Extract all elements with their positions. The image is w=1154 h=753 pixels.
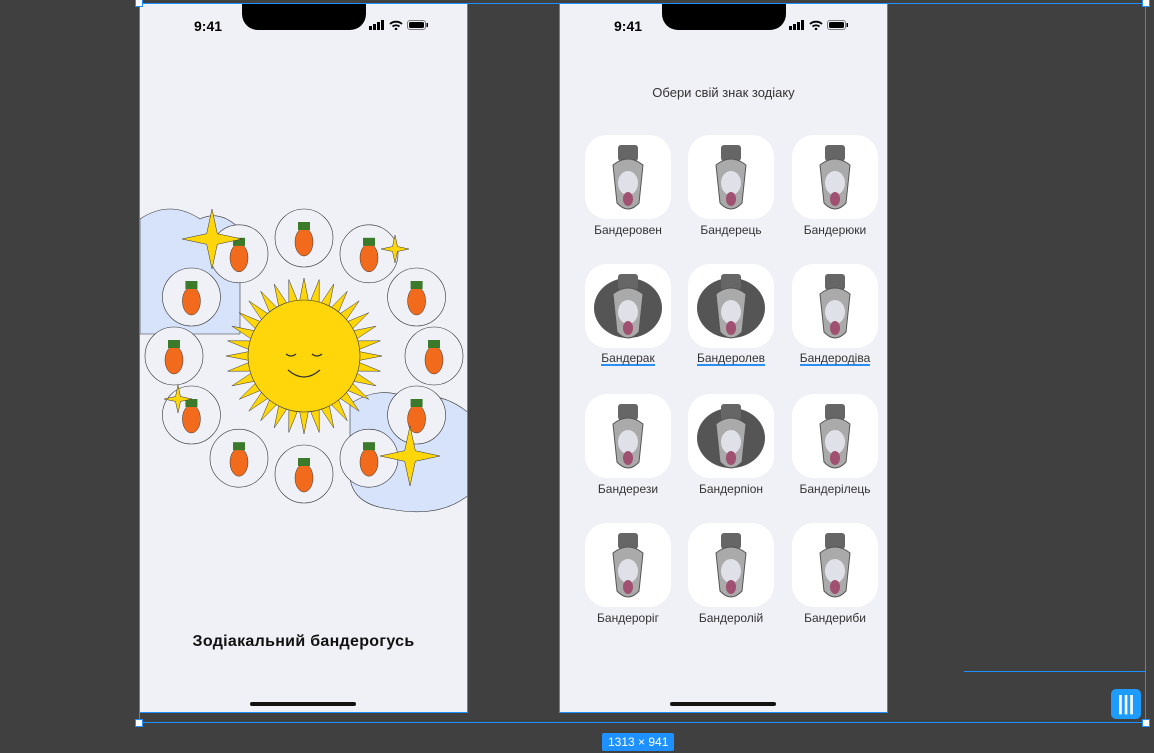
sign-label: Бандерець	[700, 223, 762, 237]
zodiac-sign-7[interactable]: Бандерпіон	[681, 394, 781, 498]
bars-icon: |||	[1117, 693, 1135, 715]
zodiac-sign-10[interactable]: Бандеролій	[681, 523, 781, 627]
hat-icon	[363, 442, 375, 451]
signal-icon	[789, 20, 804, 30]
sign-label: Бандероріг	[597, 611, 659, 625]
sign-label: Бандериби	[804, 611, 866, 625]
sign-label: Бандеролев	[697, 351, 765, 366]
resize-handle[interactable]	[135, 0, 143, 7]
page-subtitle: Обери свій знак зодіаку	[652, 85, 795, 100]
goose-icon	[164, 345, 184, 375]
zodiac-wheel-illustration	[140, 208, 467, 513]
sun	[247, 299, 361, 413]
zodiac-sign-11[interactable]: Бандериби	[785, 523, 885, 627]
twins-goose-icon[interactable]	[792, 135, 878, 219]
virgo-goose-icon[interactable]	[792, 264, 878, 348]
sign-label: Бандеродіва	[799, 351, 871, 366]
goose-icon	[294, 463, 314, 493]
sign-label: Бандерпіон	[699, 482, 763, 496]
home-indicator	[250, 702, 356, 706]
crab-goose-icon[interactable]	[585, 264, 671, 348]
app-title: Зодіакальний бандерогусь	[192, 633, 415, 650]
ram-goose-icon[interactable]	[585, 135, 671, 219]
plugin-button[interactable]: |||	[1111, 689, 1141, 719]
bull-goose-icon[interactable]	[688, 135, 774, 219]
resize-handle[interactable]	[135, 719, 143, 727]
aquarius-goose-icon[interactable]	[688, 523, 774, 607]
goose-icon	[229, 447, 249, 477]
phone-frame-zodiac-select[interactable]: 9:41 Обери свій знак зодіаку Бандеровен …	[559, 3, 888, 713]
resize-handle[interactable]	[1142, 719, 1150, 727]
hat-icon	[233, 442, 245, 451]
scorpion-goose-icon[interactable]	[688, 394, 774, 478]
hat-icon	[410, 399, 423, 407]
goose-icon	[424, 345, 444, 375]
hat-icon	[410, 281, 423, 289]
dimensions-label: 1313 × 941	[602, 733, 675, 751]
archer-goose-icon[interactable]	[792, 394, 878, 478]
goose-icon	[294, 227, 314, 257]
home-indicator	[670, 702, 776, 706]
wifi-icon	[809, 20, 823, 30]
status-time: 9:41	[614, 18, 643, 34]
status-icons	[789, 20, 849, 30]
goose-icon	[182, 404, 201, 434]
sign-label: Бандеровен	[594, 223, 662, 237]
zodiac-sign-6[interactable]: Бандерези	[578, 394, 678, 498]
zodiac-sign-8[interactable]: Бандерілець	[785, 394, 885, 498]
sign-label: Бандерак	[601, 351, 655, 366]
zodiac-sign-3[interactable]: Бандерак	[578, 264, 678, 367]
sign-label: Бандеролій	[698, 611, 764, 625]
guide-line	[964, 671, 1146, 672]
fish-goose-icon[interactable]	[792, 523, 878, 607]
hat-icon	[168, 340, 180, 348]
zodiac-sign-2[interactable]: Бандерюки	[785, 135, 885, 239]
capricorn-goose-icon[interactable]	[585, 523, 671, 607]
zodiac-sign-9[interactable]: Бандероріг	[578, 523, 678, 627]
notch	[662, 4, 786, 30]
zodiac-sign-4[interactable]: Бандеролев	[681, 264, 781, 367]
hat-icon	[428, 340, 440, 348]
scales-goose-icon[interactable]	[585, 394, 671, 478]
goose-icon	[229, 243, 249, 273]
goose-icon	[359, 243, 379, 273]
sign-label: Бандерюки	[803, 223, 867, 237]
hat-icon	[298, 458, 310, 466]
hat-icon	[298, 222, 310, 230]
zodiac-sign-0[interactable]: Бандеровен	[578, 135, 678, 239]
battery-icon	[827, 20, 848, 30]
resize-handle[interactable]	[1142, 0, 1150, 7]
goose-icon	[359, 447, 379, 477]
goose-icon	[182, 286, 201, 316]
phone-frame-splash[interactable]: 9:41 Зодіакальний бандерогусь	[139, 3, 468, 713]
sign-label: Бандерези	[597, 482, 659, 496]
zodiac-sign-5[interactable]: Бандеродіва	[785, 264, 885, 367]
sign-label: Бандерілець	[799, 482, 871, 496]
goose-icon	[407, 286, 426, 316]
hat-icon	[185, 281, 198, 289]
hat-icon	[363, 237, 375, 246]
lion-goose-icon[interactable]	[688, 264, 774, 348]
zodiac-sign-1[interactable]: Бандерець	[681, 135, 781, 239]
